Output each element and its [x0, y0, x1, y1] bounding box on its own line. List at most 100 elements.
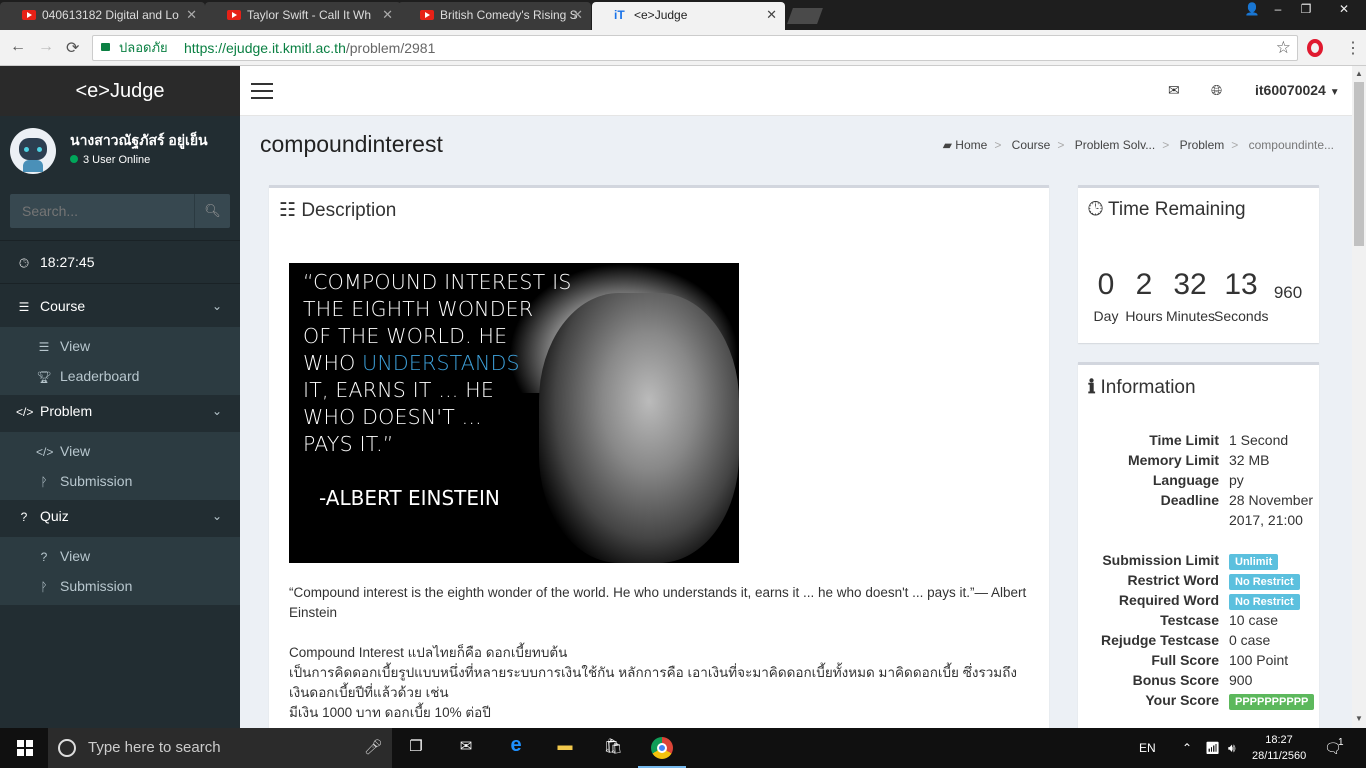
info-value: 28 November 2017, 21:00 [1229, 492, 1314, 528]
scroll-up-icon[interactable]: ▲ [1355, 69, 1363, 78]
sidebar-item-course[interactable]: ☰ Course ⌄ [0, 285, 240, 327]
scroll-down-icon[interactable]: ▼ [1355, 714, 1363, 723]
sidebar-item-quiz-submission[interactable]: ᚹ Submission [0, 571, 240, 601]
taskbar-clock[interactable]: 18:27 28/11/2560 [1252, 732, 1306, 764]
profile-icon[interactable]: 👤 [1238, 0, 1266, 18]
wifi-icon[interactable]: 📶︎ [1205, 728, 1220, 768]
breadcrumb-problem-solving[interactable]: Problem Solv... [1075, 138, 1155, 152]
sidebar-item-problem[interactable]: </> Problem ⌄ [0, 390, 240, 432]
status-badge: No Restrict [1229, 594, 1300, 610]
quote-highlight: UNDERSTANDS [362, 351, 520, 375]
countdown-day: 0 Day [1086, 268, 1126, 324]
bookmark-star-icon[interactable]: ☆ [1276, 36, 1291, 60]
opera-icon[interactable] [1307, 39, 1323, 57]
sidebar-item-quiz[interactable]: ? Quiz ⌄ [0, 495, 240, 537]
close-icon[interactable]: ✕ [382, 7, 393, 23]
info-row: Time Limit 1 Second [1078, 430, 1319, 450]
store-icon[interactable]: 🛍︎ [601, 737, 625, 759]
tab-british-comedy[interactable]: British Comedy's Rising S ✕ [398, 2, 591, 30]
mail-icon[interactable]: ✉ [454, 737, 478, 759]
volume-icon[interactable]: 🔊︎ [1228, 728, 1236, 768]
online-count: 3 User Online [83, 154, 151, 166]
minutes-label: Minutes [1166, 308, 1216, 324]
box-title-text: Description [301, 200, 397, 221]
task-view-icon[interactable]: ❐ [404, 737, 428, 759]
close-window-button[interactable]: ✕ [1326, 0, 1362, 18]
restore-button[interactable]: ❐ [1292, 0, 1320, 18]
quote-line: WHO [303, 351, 356, 375]
countdown-seconds: 13 Seconds [1214, 268, 1268, 324]
brand-logo[interactable]: <e>Judge [0, 66, 240, 116]
tab-ejudge[interactable]: iT <e>Judge ✕ [592, 2, 785, 30]
browser-menu-icon[interactable]: ⋮ [1345, 38, 1361, 58]
edge-icon[interactable]: e [504, 734, 528, 756]
chevron-up-icon[interactable]: ⌃ [1182, 728, 1192, 768]
info-value: 0 case [1229, 632, 1271, 648]
close-icon[interactable]: ✕ [766, 7, 777, 23]
quote-line: THE EIGHTH WONDER [303, 297, 534, 321]
minutes-value: 32 [1173, 268, 1207, 301]
information-title: ℹ Information [1078, 365, 1319, 410]
search-input[interactable] [10, 194, 193, 228]
scrollbar-thumb[interactable] [1354, 82, 1364, 246]
sub-label: Submission [60, 578, 133, 594]
notification-count: 1 [1338, 737, 1344, 748]
sidebar-item-leaderboard[interactable]: 🏆︎ Leaderboard [0, 361, 240, 391]
code-icon: </> [36, 445, 54, 459]
countdown-hours: 2 Hours [1124, 268, 1164, 324]
quote-line: WHO DOESN'T ... [303, 405, 482, 429]
forward-icon[interactable]: → [38, 38, 54, 56]
url-host: https://ejudge.it.kmitl.ac.th [184, 40, 346, 56]
sidebar-item-course-view[interactable]: ☰ View [0, 331, 240, 361]
search-icon[interactable]: 🔍︎ [194, 194, 230, 228]
taskbar-search[interactable]: Type here to search 🎤︎ [48, 728, 392, 768]
reload-icon[interactable]: ⟳ [66, 38, 79, 58]
clock-icon: 🕒︎ [1088, 199, 1104, 220]
description-text: “Compound interest is the eighth wonder … [289, 583, 1029, 723]
top-navbar: ✉ 🌐︎ it60070024 ▼ [240, 66, 1352, 116]
url-text: https://ejudge.it.kmitl.ac.th/problem/29… [184, 36, 435, 60]
sidebar-item-problem-submission[interactable]: ᚹ Submission [0, 466, 240, 496]
youtube-icon [227, 10, 241, 20]
close-icon[interactable]: ✕ [572, 7, 583, 23]
minimize-button[interactable]: – [1264, 0, 1292, 18]
page-scrollbar[interactable]: ▲ ▼ [1352, 66, 1366, 728]
chrome-icon[interactable] [651, 737, 673, 759]
sidebar-item-problem-view[interactable]: </> View [0, 436, 240, 466]
main-content: compoundinterest ▰ Home > Course > Problem… [240, 116, 1352, 728]
info-row: Rejudge Testcase 0 case [1078, 630, 1319, 650]
tab-digital-logic[interactable]: 040613182 Digital and Lo ✕ [0, 2, 205, 30]
input-language[interactable]: EN [1139, 728, 1156, 768]
tab-taylor-swift[interactable]: Taylor Swift - Call It Wh ✕ [205, 2, 401, 30]
back-icon[interactable]: ← [10, 38, 26, 56]
hamburger-menu-icon[interactable] [251, 83, 273, 99]
windows-start-icon[interactable] [17, 740, 33, 756]
user-menu[interactable]: it60070024 ▼ [1255, 82, 1340, 98]
chevron-down-icon: ⌄ [211, 299, 222, 313]
envelope-icon[interactable]: ✉ [1168, 82, 1180, 99]
image-author: -ALBERT EINSTEIN [319, 486, 500, 510]
quote-line: PAYS IT.” [303, 432, 394, 456]
sub-label: View [60, 443, 91, 459]
sub-label: Leaderboard [60, 368, 140, 384]
info-key: Memory Limit [1127, 452, 1219, 468]
taskbar-search-text: Type here to search [88, 739, 221, 756]
sidebar-search: 🔍︎ [10, 194, 230, 228]
description-box: ☷ Description “COMPOUND INTEREST IS THE … [269, 185, 1049, 728]
file-explorer-icon[interactable]: ▬ [553, 737, 577, 759]
breadcrumb-problem[interactable]: Problem [1180, 138, 1225, 152]
close-icon[interactable]: ✕ [186, 7, 197, 23]
new-tab-button[interactable] [787, 8, 823, 24]
breadcrumb-course[interactable]: Course [1012, 138, 1051, 152]
information-box: ℹ Information Time Limit 1 Second Memory … [1078, 362, 1319, 728]
section-title: Course [40, 298, 86, 314]
info-row: Submission Limit Unlimit [1078, 550, 1319, 570]
time-remaining-box: 🕒︎ Time Remaining 0 Day 2 Hours 32 Minutes … [1078, 185, 1319, 343]
question-icon: ? [40, 550, 48, 564]
sidebar-item-quiz-view[interactable]: ? View [0, 541, 240, 571]
globe-icon[interactable]: 🌐︎ [1211, 82, 1222, 99]
url-field[interactable]: ปลอดภัย https://ejudge.it.kmitl.ac.th/pr… [92, 35, 1298, 61]
microphone-icon[interactable]: 🎤︎ [364, 728, 383, 768]
breadcrumb-home[interactable]: Home [955, 138, 987, 152]
info-key: Testcase [1160, 612, 1219, 628]
